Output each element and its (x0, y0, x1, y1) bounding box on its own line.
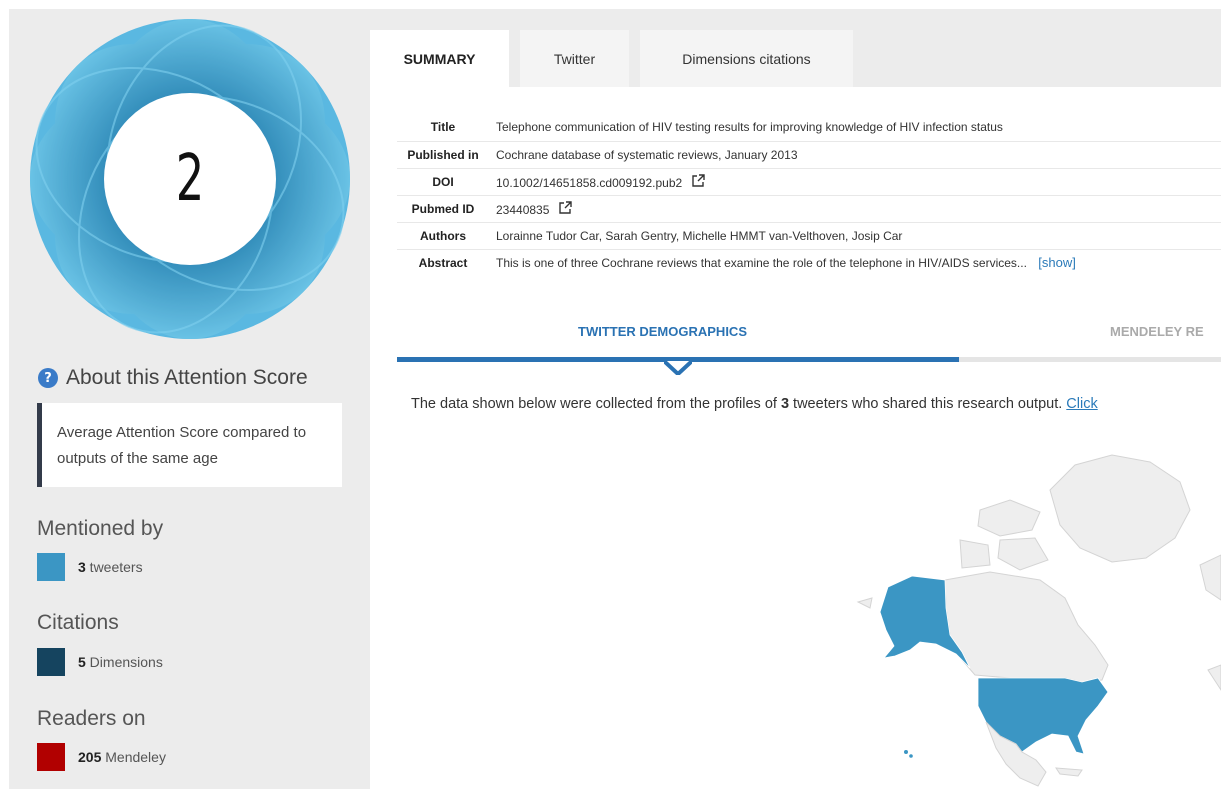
tab-summary[interactable]: SUMMARY (370, 30, 509, 87)
citations-title: Citations (37, 611, 119, 634)
active-tab-arrow-icon (664, 361, 692, 375)
tab-dimensions-citations[interactable]: Dimensions citations (640, 30, 853, 87)
doi-cell: 10.1002/14651858.cd009192.pub2 (489, 168, 1221, 196)
legend-tweeters[interactable]: 3 tweeters (37, 553, 143, 581)
help-icon: ? (38, 368, 58, 388)
external-link-icon[interactable] (691, 173, 705, 187)
show-abstract-link[interactable]: [show] (1038, 255, 1076, 270)
mendeley-swatch (37, 743, 65, 771)
table-row: Published in Cochrane database of system… (397, 141, 1221, 169)
readers-on-title: Readers on (37, 707, 146, 730)
table-row: DOI 10.1002/14651858.cd009192.pub2 (397, 168, 1221, 196)
abstract-cell: This is one of three Cochrane reviews th… (489, 249, 1221, 276)
score-context-box: Average Attention Score compared to outp… (37, 403, 342, 487)
dimensions-text: 5 Dimensions (78, 654, 163, 670)
demographics-description: The data shown below were collected from… (411, 396, 1098, 412)
legend-dimensions[interactable]: 5 Dimensions (37, 648, 163, 676)
legend-mendeley[interactable]: 205 Mendeley (37, 743, 166, 771)
row-label: DOI (397, 168, 489, 196)
row-label: Title (397, 114, 489, 142)
table-row: Authors Lorainne Tudor Car, Sarah Gentry… (397, 222, 1221, 250)
mentioned-by-title: Mentioned by (37, 517, 164, 540)
tweeters-text: 3 tweeters (78, 559, 143, 575)
row-label: Published in (397, 141, 489, 169)
row-value: Lorainne Tudor Car, Sarah Gentry, Michel… (489, 222, 1221, 250)
about-attention-score[interactable]: ? About this Attention Score (38, 366, 308, 390)
table-row: Title Telephone communication of HIV tes… (397, 114, 1221, 142)
dimensions-swatch (37, 648, 65, 676)
table-row: Pubmed ID 23440835 (397, 195, 1221, 223)
click-link[interactable]: Click (1066, 396, 1097, 412)
summary-table: Title Telephone communication of HIV tes… (397, 114, 1221, 276)
greenland-shape (1049, 454, 1191, 563)
table-row: Abstract This is one of three Cochrane r… (397, 249, 1221, 276)
row-label: Pubmed ID (397, 195, 489, 223)
external-link-icon[interactable] (559, 200, 572, 214)
doi-link[interactable]: 10.1002/14651858.cd009192.pub2 (496, 176, 682, 190)
about-label: About this Attention Score (66, 366, 308, 389)
row-value: Telephone communication of HIV testing r… (489, 114, 1221, 142)
tab-twitter-demographics[interactable]: TWITTER DEMOGRAPHICS (578, 324, 747, 339)
row-label: Authors (397, 222, 489, 250)
top-strip (0, 0, 1221, 9)
tweeters-swatch (37, 553, 65, 581)
canada-shape (944, 571, 1109, 683)
abstract-text: This is one of three Cochrane reviews th… (496, 256, 1027, 271)
mendeley-text: 205 Mendeley (78, 749, 166, 765)
attention-score: 2 (175, 142, 205, 216)
pubmed-link[interactable]: 23440835 (496, 203, 549, 217)
tab-mendeley-readers[interactable]: MENDELEY RE (1110, 324, 1204, 339)
tab-twitter[interactable]: Twitter (520, 30, 629, 87)
row-value: Cochrane database of systematic reviews,… (489, 141, 1221, 169)
row-label: Abstract (418, 255, 468, 270)
twitter-demographics-map[interactable] (850, 430, 1221, 789)
pubmed-cell: 23440835 (489, 195, 1221, 223)
